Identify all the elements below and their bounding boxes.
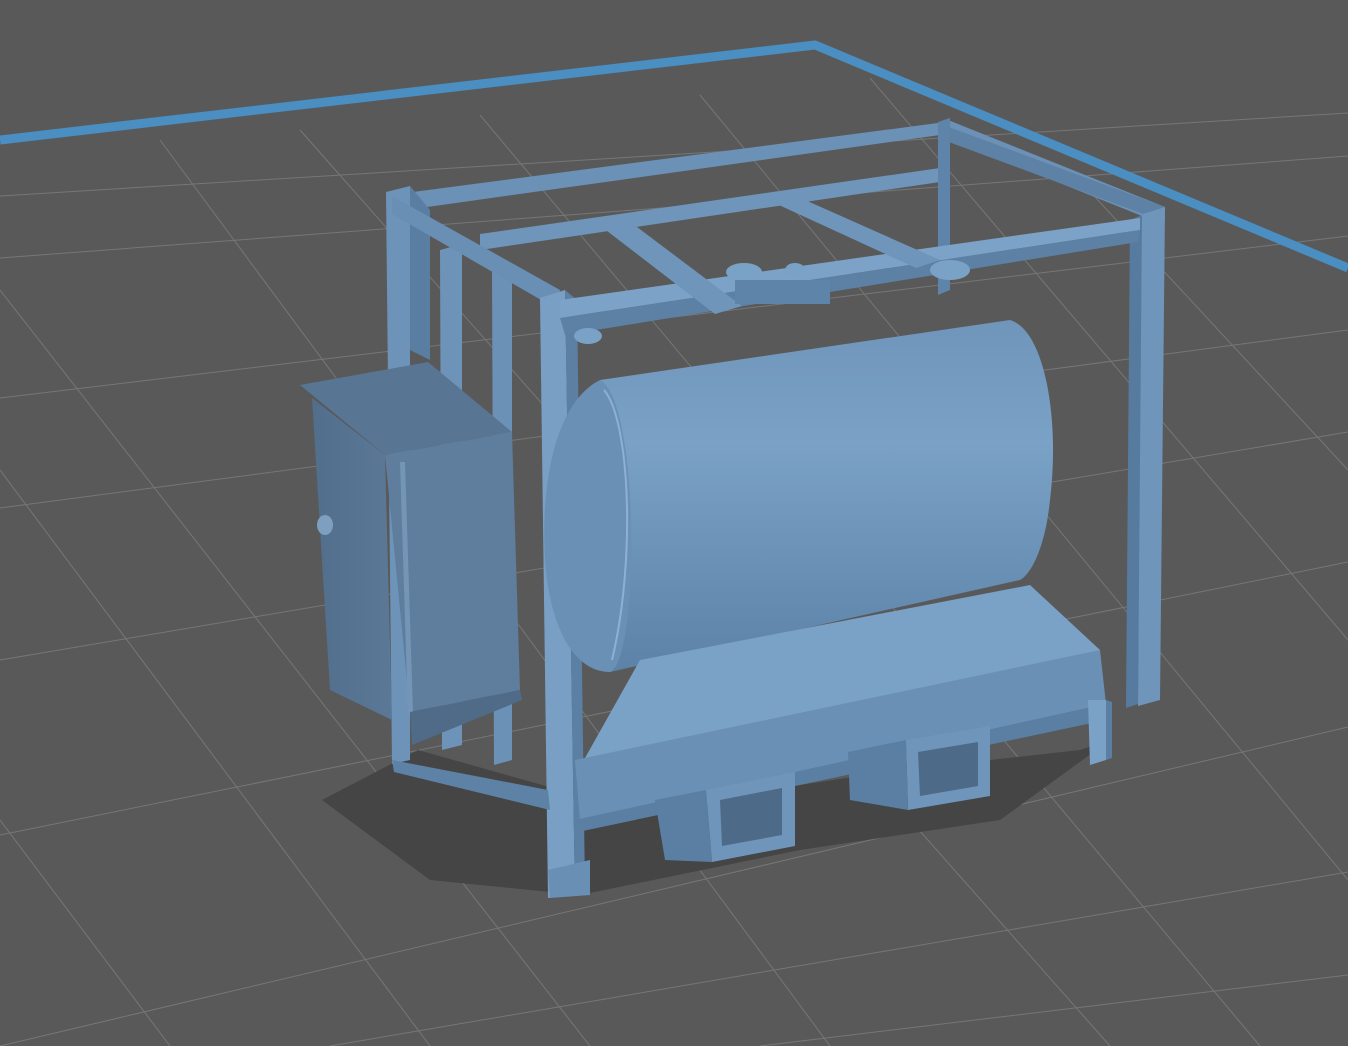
lifting-lug-icon (930, 260, 970, 280)
viewport-canvas[interactable] (0, 0, 1348, 1046)
door-handle-icon (317, 515, 333, 535)
valve-icon (785, 263, 805, 277)
3d-viewport[interactable] (0, 0, 1348, 1046)
valve-icon (726, 263, 762, 281)
lifting-lug-icon (574, 328, 602, 344)
control-box (300, 362, 522, 745)
